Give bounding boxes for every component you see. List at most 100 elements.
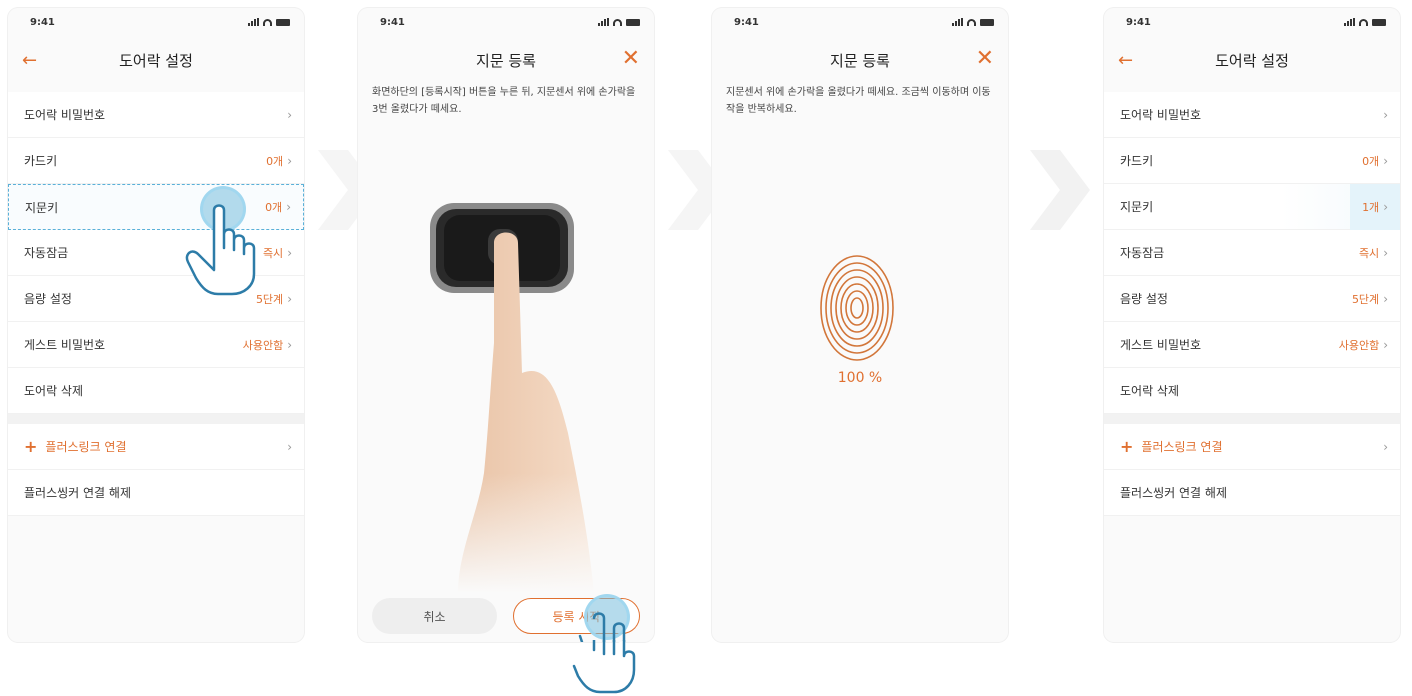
screen-fingerprint-progress: 9:41 지문 등록 ✕ 지문센서 위에 손가락을 올렸다가 떼세요. 조금씩 …	[712, 8, 1008, 642]
close-icon[interactable]: ✕	[976, 46, 994, 71]
chevron-right-icon: ›	[287, 153, 292, 168]
row-auto-lock[interactable]: 자동잠금 즉시 ›	[1104, 230, 1400, 276]
row-pluslink-connect[interactable]: + 플러스링크 연결 ›	[1104, 424, 1400, 470]
progress-percent: 100 %	[837, 370, 883, 386]
hand-pointer-icon	[572, 640, 636, 694]
row-doorlock-password[interactable]: 도어락 비밀번호 ›	[1104, 92, 1400, 138]
battery-icon	[1372, 18, 1386, 26]
wifi-icon	[967, 18, 976, 26]
back-arrow-icon[interactable]: ←	[1118, 50, 1133, 71]
row-guest-password[interactable]: 게스트 비밀번호 사용안함 ›	[1104, 322, 1400, 368]
signal-icon	[248, 18, 259, 26]
cancel-button[interactable]: 취소	[372, 598, 497, 634]
chevron-right-icon: ›	[1383, 439, 1388, 454]
battery-icon	[626, 18, 640, 26]
chevron-right-icon: ›	[287, 291, 292, 306]
back-arrow-icon[interactable]: ←	[22, 50, 37, 71]
status-time: 9:41	[1126, 16, 1151, 28]
row-label: 게스트 비밀번호	[1120, 338, 1202, 352]
hand-pointer-icon	[578, 612, 626, 642]
row-delete-doorlock[interactable]: 도어락 삭제	[8, 368, 304, 414]
row-pluslink-connect[interactable]: + 플러스링크 연결 ›	[8, 424, 304, 470]
wifi-icon	[263, 18, 272, 26]
screen-doorlock-settings: 9:41 ← 도어락 설정 도어락 비밀번호 › 카드키 0개 › 지문키 0개 › 자동…	[8, 8, 304, 642]
row-label: 도어락 비밀번호	[24, 108, 106, 122]
row-value: 0개	[266, 154, 284, 168]
row-label: 지문키	[1120, 200, 1154, 214]
divider	[1104, 414, 1400, 424]
signal-icon	[952, 18, 963, 26]
screen-doorlock-settings-updated: 9:41 ← 도어락 설정 도어락 비밀번호 › 카드키 0개 › 지문키 1개 › 자동…	[1104, 8, 1400, 642]
status-bar: 9:41	[8, 8, 304, 36]
chevron-right-icon: ›	[1383, 291, 1388, 306]
row-value: 5단계	[1351, 292, 1380, 306]
row-label: 카드키	[24, 154, 58, 168]
page-title: 도어락 설정	[119, 51, 193, 70]
status-bar: 9:41	[712, 8, 1008, 36]
instruction-text: 화면하단의 [등록시작] 버튼을 누른 뒤, 지문센서 위에 손가락을 3번 올…	[372, 87, 636, 115]
nav-bar: 지문 등록 ✕	[712, 36, 1008, 84]
row-delete-doorlock[interactable]: 도어락 삭제	[1104, 368, 1400, 414]
nav-bar: ← 도어락 설정	[8, 36, 304, 84]
wifi-icon	[613, 18, 622, 26]
battery-icon	[980, 18, 994, 26]
chevron-right-icon: ›	[1383, 337, 1388, 352]
signal-icon	[598, 18, 609, 26]
signal-icon	[1344, 18, 1355, 26]
row-label: 플러스씽커 연결 해제	[24, 486, 131, 500]
row-label: 도어락 삭제	[24, 384, 84, 398]
page-title: 도어락 설정	[1215, 51, 1289, 70]
row-label: 플러스씽커 연결 해제	[1120, 486, 1227, 500]
row-label: 자동잠금	[24, 246, 69, 260]
instruction-text: 지문센서 위에 손가락을 올렸다가 떼세요. 조금씩 이동하며 이동작을 반복하…	[726, 87, 991, 115]
row-label: 음량 설정	[1120, 292, 1168, 306]
chevron-right-icon: ›	[287, 439, 292, 454]
settings-list: 도어락 비밀번호 › 카드키 0개 › 지문키 0개 › 자동잠금 즉시 › 음량 설정 5단계…	[8, 92, 304, 516]
row-label: 도어락 삭제	[1120, 384, 1180, 398]
row-label: 플러스링크 연결	[1141, 440, 1223, 454]
row-fingerprint-key[interactable]: 지문키 1개 ›	[1104, 183, 1400, 230]
row-label: 음량 설정	[24, 292, 72, 306]
page-title: 지문 등록	[830, 51, 890, 70]
plus-icon: +	[1120, 437, 1134, 456]
row-value: 0개	[265, 201, 283, 214]
chevron-right-icon: ›	[287, 245, 292, 260]
row-label: 게스트 비밀번호	[24, 338, 106, 352]
settings-list: 도어락 비밀번호 › 카드키 0개 › 지문키 1개 › 자동잠금 즉시 › 음량 설정 5단계…	[1104, 92, 1400, 516]
row-label: 도어락 비밀번호	[1120, 108, 1202, 122]
row-value: 사용안함	[1338, 338, 1380, 352]
nav-bar: 지문 등록 ✕	[358, 36, 654, 84]
row-guest-password[interactable]: 게스트 비밀번호 사용안함 ›	[8, 322, 304, 368]
row-unlink[interactable]: 플러스씽커 연결 해제	[1104, 470, 1400, 516]
chevron-right-icon: ›	[287, 107, 292, 122]
row-value: 즉시	[1358, 246, 1380, 260]
row-volume[interactable]: 음량 설정 5단계 ›	[1104, 276, 1400, 322]
hand-pointer-icon	[185, 204, 256, 296]
row-card-key[interactable]: 카드키 0개 ›	[1104, 138, 1400, 184]
status-bar: 9:41	[358, 8, 654, 36]
row-value: 1개	[1362, 200, 1380, 214]
chevron-right-icon: ›	[287, 337, 292, 352]
row-unlink[interactable]: 플러스씽커 연결 해제	[8, 470, 304, 516]
chevron-right-icon: ›	[1383, 107, 1388, 122]
row-value: 즉시	[262, 246, 284, 260]
row-label: 지문키	[25, 200, 59, 215]
divider	[8, 414, 304, 424]
row-doorlock-password[interactable]: 도어락 비밀번호 ›	[8, 92, 304, 138]
status-time: 9:41	[734, 16, 759, 28]
chevron-right-icon: ›	[1383, 153, 1388, 168]
status-time: 9:41	[30, 16, 55, 28]
row-card-key[interactable]: 카드키 0개 ›	[8, 138, 304, 184]
chevron-right-icon: ›	[286, 200, 291, 214]
battery-icon	[276, 18, 290, 26]
close-icon[interactable]: ✕	[622, 46, 640, 71]
chevron-right-icon: ›	[1383, 199, 1388, 214]
row-label: 자동잠금	[1120, 246, 1165, 260]
plus-icon: +	[24, 437, 38, 456]
fingerprint-icon	[820, 255, 894, 361]
row-value: 0개	[1362, 154, 1380, 168]
flow-arrow	[1030, 150, 1090, 230]
status-time: 9:41	[380, 16, 405, 28]
wifi-icon	[1359, 18, 1368, 26]
fingerprint-sensor-illustration	[418, 193, 598, 593]
